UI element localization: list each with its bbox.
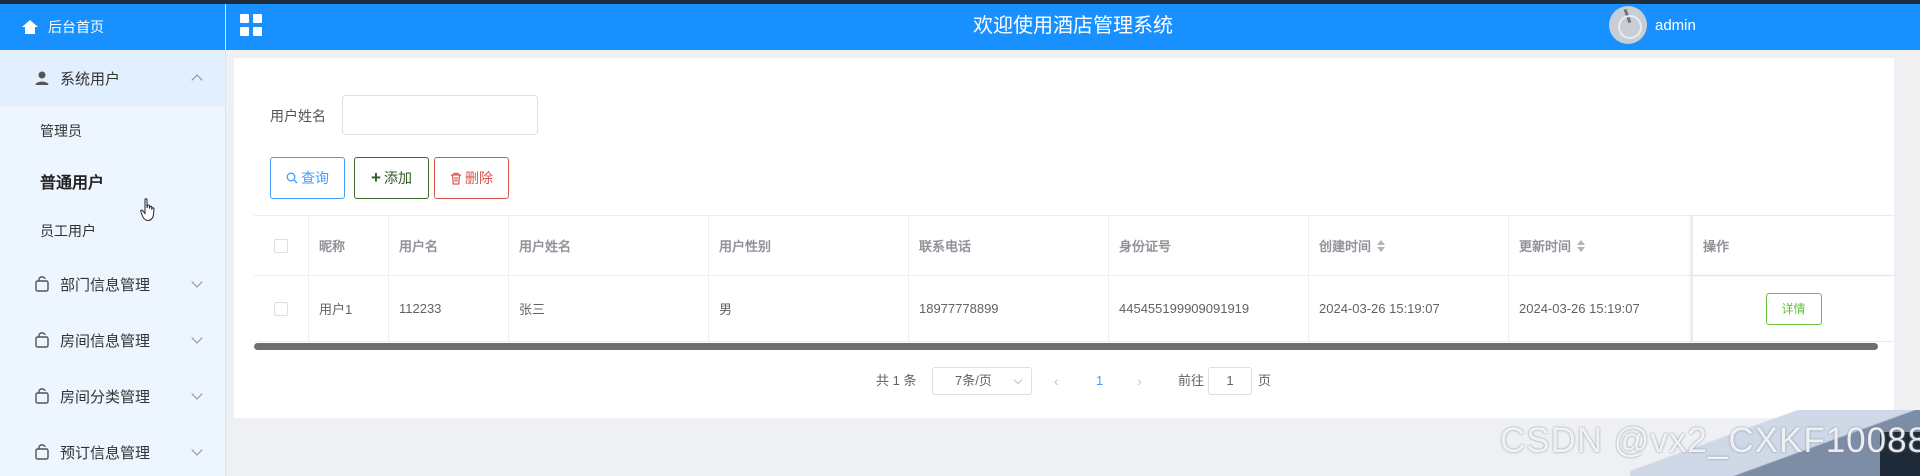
column-header: 创建时间 [1319,239,1372,254]
table-header-row: 昵称 用户名 用户姓名 用户性别 联系电话 身份证号 创建时间 更新时间 操作 [254,216,1894,276]
sidebar-group-label: 房间分类管理 [60,388,151,406]
bag-icon [35,444,49,460]
sidebar-group-booking[interactable]: 预订信息管理 [0,424,225,476]
row-checkbox-cell [254,276,309,341]
chevron-down-icon [191,388,203,400]
pagination-total: 共 1 条 [876,373,917,388]
column-header: 更新时间 [1519,239,1572,254]
delete-button[interactable]: 删除 [434,157,509,199]
add-button[interactable]: + 添加 [354,157,429,199]
page-suffix: 页 [1258,373,1272,388]
plus-icon: + [371,168,381,187]
sidebar-item-label: 普通用户 [40,175,105,192]
home-icon [22,20,38,34]
page-size-select[interactable]: 7条/页 [932,367,1032,395]
column-header-created[interactable]: 创建时间 [1309,216,1509,275]
table-cell: 112233 [389,276,509,341]
table-cell: 445455199909091919 [1109,276,1309,341]
username[interactable]: admin [1655,4,1696,48]
column-header: 身份证号 [1109,216,1309,275]
sidebar: 后台首页 系统用户 管理员 普通用户 员工用户 部门信息管理 房间信息管理 房间… [0,4,226,476]
table-cell: 用户1 [309,276,389,341]
sort-icon[interactable] [1377,239,1386,252]
select-all-checkbox[interactable] [274,238,288,253]
goto-label: 前往 [1178,373,1205,388]
watermark: CSDN @vx2_CXKF10088 [1500,421,1920,460]
sidebar-home[interactable]: 后台首页 [0,4,225,50]
chevron-down-icon [191,276,203,288]
sidebar-item-label: 管理员 [40,123,82,139]
sidebar-item-label: 员工用户 [40,223,96,239]
table-cell: 18977778899 [909,276,1109,341]
sidebar-group-label: 预订信息管理 [60,444,151,462]
search-label: 用户姓名 [270,108,326,124]
sidebar-group-label: 部门信息管理 [60,276,151,294]
sidebar-item-normal-users[interactable]: 普通用户 [0,156,225,206]
column-header: 用户性别 [709,216,909,275]
sidebar-group-system-users[interactable]: 系统用户 [0,50,225,106]
column-header: 操作 [1692,216,1894,275]
column-header: 用户名 [389,216,509,275]
current-page[interactable]: 1 [1096,367,1103,395]
column-header: 联系电话 [909,216,1109,275]
table-cell: 2024-03-26 15:19:07 [1309,276,1509,341]
pagination: 共 1 条 7条/页 ‹ 1 › 前往 1 页 [234,367,1894,397]
main-panel: 用户姓名 查询 + 添加 删除 昵称 用户名 用户姓名 用户性别 联系电话 身份… [234,58,1894,418]
column-header-updated[interactable]: 更新时间 [1509,216,1692,275]
column-header: 用户姓名 [509,216,709,275]
table-cell: 张三 [509,276,709,341]
prev-page-icon[interactable]: ‹ [1054,367,1059,395]
sidebar-group-label: 房间信息管理 [60,332,151,350]
next-page-icon[interactable]: › [1137,367,1142,395]
chevron-up-icon [191,74,203,86]
bag-icon [35,388,49,404]
sidebar-item-admin[interactable]: 管理员 [0,106,225,156]
sidebar-home-label: 后台首页 [48,19,104,35]
sidebar-group-room-info[interactable]: 房间信息管理 [0,312,225,368]
avatar[interactable] [1609,6,1647,44]
trash-icon [451,172,461,185]
sidebar-group-label: 系统用户 [60,70,121,88]
chevron-down-icon [191,444,203,456]
goto-page-input[interactable]: 1 [1208,367,1252,395]
sort-icon[interactable] [1577,239,1586,252]
user-icon [35,71,49,85]
hand-cursor-icon [140,198,155,222]
bag-icon [35,332,49,348]
search-icon [286,172,298,184]
sidebar-group-department[interactable]: 部门信息管理 [0,256,225,312]
detail-button[interactable]: 详情 [1765,292,1822,325]
chevron-down-icon [1013,375,1023,385]
page-size-value: 7条/页 [955,373,992,388]
table-row: 用户1 112233 张三 男 18977778899 445455199909… [254,276,1894,342]
chevron-down-icon [191,332,203,344]
query-button-label: 查询 [301,170,329,186]
bag-icon [35,276,49,292]
column-header: 昵称 [309,216,389,275]
table-cell: 男 [709,276,909,341]
data-table: 昵称 用户名 用户姓名 用户性别 联系电话 身份证号 创建时间 更新时间 操作 … [254,215,1894,342]
table-cell: 2024-03-26 15:19:07 [1509,276,1692,341]
table-cell-actions: 详情 [1692,276,1894,341]
top-header: 欢迎使用酒店管理系统 admin [226,4,1920,50]
delete-button-label: 删除 [465,170,493,186]
header-checkbox-cell [254,216,309,275]
query-button[interactable]: 查询 [270,157,345,199]
horizontal-scrollbar[interactable] [254,343,1878,350]
sidebar-item-staff-users[interactable]: 员工用户 [0,206,225,256]
sidebar-group-room-category[interactable]: 房间分类管理 [0,368,225,424]
search-input[interactable] [342,95,538,135]
row-checkbox[interactable] [274,301,288,316]
add-button-label: 添加 [383,170,412,186]
